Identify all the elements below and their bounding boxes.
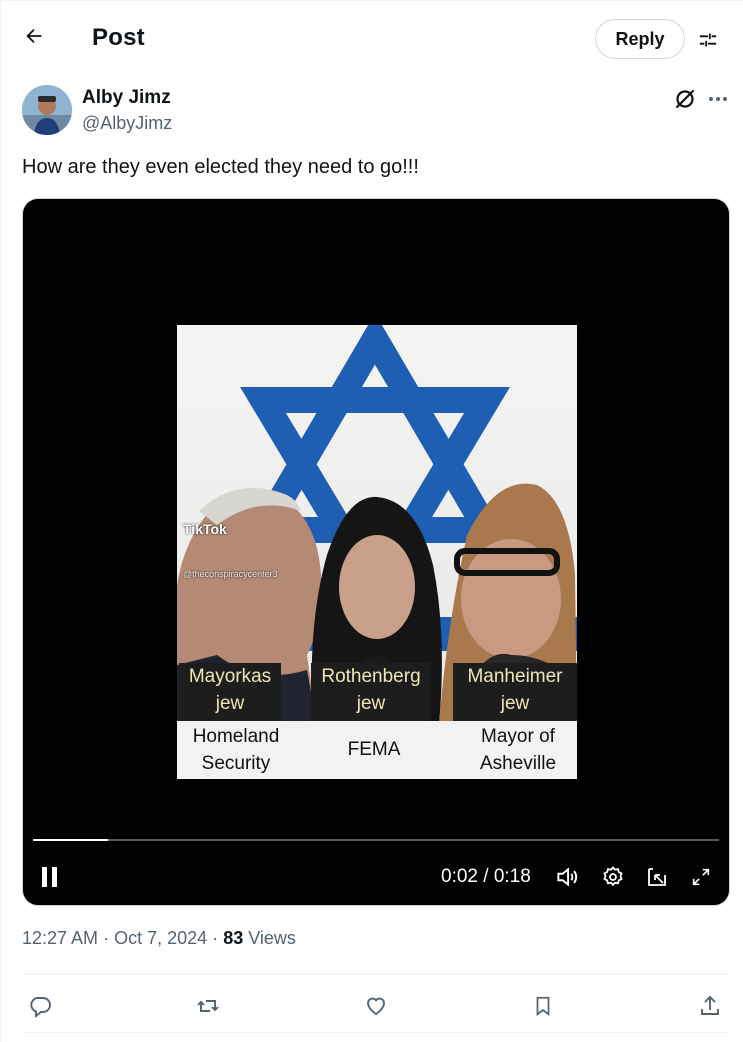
author-name[interactable]: Alby Jimz <box>82 87 171 109</box>
pause-button[interactable] <box>35 859 65 895</box>
video-time: 0:02 / 0:18 <box>441 866 531 887</box>
volume-button[interactable] <box>551 859 583 895</box>
author-handle[interactable]: @AlbyJimz <box>82 113 172 134</box>
post-date[interactable]: Oct 7, 2024 <box>114 928 207 948</box>
person-role: Homeland Security <box>177 723 295 777</box>
views-count: 83 <box>223 928 244 948</box>
share-action[interactable] <box>692 988 728 1024</box>
tiktok-watermark: TikTok <box>183 521 227 537</box>
bookmark-action[interactable] <box>525 988 561 1024</box>
more-horizontal-icon <box>709 97 727 101</box>
post-text: How are they even elected they need to g… <box>22 156 419 178</box>
post-meta: 12:27 AM · Oct 7, 2024 · 83 Views <box>22 928 296 949</box>
role-row: Homeland Security FEMA Mayor of Ashevill… <box>177 721 577 779</box>
role-line: Security <box>201 753 271 774</box>
repost-icon <box>197 1000 219 1012</box>
person-name: Manheimer <box>467 666 563 687</box>
fullscreen-button[interactable] <box>685 859 717 895</box>
person-label: Mayorkas jew <box>179 663 281 721</box>
reply-icon <box>30 997 51 1018</box>
role-line: Homeland <box>192 726 280 747</box>
fullscreen-icon <box>692 868 710 886</box>
role-line: FEMA <box>347 739 401 760</box>
role-line: Mayor of <box>481 726 555 747</box>
video-player[interactable]: TikTok @theconspiracycenter3 Mayorkas je… <box>22 198 730 906</box>
settings-icon <box>603 866 623 887</box>
tiktok-handle: @theconspiracycenter3 <box>183 569 278 579</box>
person-role: FEMA <box>311 736 437 763</box>
reply-button[interactable]: Reply <box>595 19 685 59</box>
person-tag: jew <box>356 693 386 714</box>
video-progress-fill <box>33 839 109 841</box>
reply-action[interactable] <box>22 988 58 1024</box>
divider <box>22 974 730 975</box>
back-button[interactable] <box>16 18 52 54</box>
more-button[interactable] <box>704 84 732 114</box>
person-tag: jew <box>215 693 245 714</box>
settings-button[interactable] <box>597 859 629 895</box>
left-divider <box>0 0 1 1042</box>
meta-separator: · <box>103 928 110 948</box>
pause-icon <box>42 867 57 887</box>
person-name: Mayorkas <box>188 666 272 687</box>
like-icon <box>367 997 385 1016</box>
post-header: Post Reply <box>0 4 743 70</box>
grok-button[interactable] <box>670 84 700 114</box>
volume-icon <box>557 867 578 887</box>
person-tag: jew <box>500 693 530 714</box>
divider <box>22 1032 730 1033</box>
views-label: Views <box>248 928 296 948</box>
arrow-left-icon <box>26 28 42 44</box>
person-name: Rothenberg <box>321 666 421 687</box>
person-label: Rothenberg jew <box>311 663 431 721</box>
grok-icon <box>675 89 695 109</box>
avatar[interactable] <box>22 85 72 135</box>
action-bar <box>0 984 743 1024</box>
pip-icon <box>648 868 666 886</box>
share-icon <box>701 995 719 1015</box>
bookmark-icon <box>536 996 550 1016</box>
page-title: Post <box>92 24 145 51</box>
like-action[interactable] <box>358 988 394 1024</box>
meta-separator: · <box>212 928 219 948</box>
repost-action[interactable] <box>190 988 226 1024</box>
role-line: Asheville <box>479 753 557 774</box>
person-label: Manheimer jew <box>453 663 577 721</box>
picture-in-picture-button[interactable] <box>641 859 673 895</box>
filter-button[interactable] <box>690 22 726 58</box>
sliders-icon <box>699 33 717 47</box>
person-role: Mayor of Asheville <box>459 723 577 777</box>
video-progress-bar[interactable] <box>33 839 719 841</box>
video-frame: TikTok @theconspiracycenter3 Mayorkas je… <box>177 325 577 779</box>
post-time[interactable]: 12:27 AM <box>22 928 98 948</box>
